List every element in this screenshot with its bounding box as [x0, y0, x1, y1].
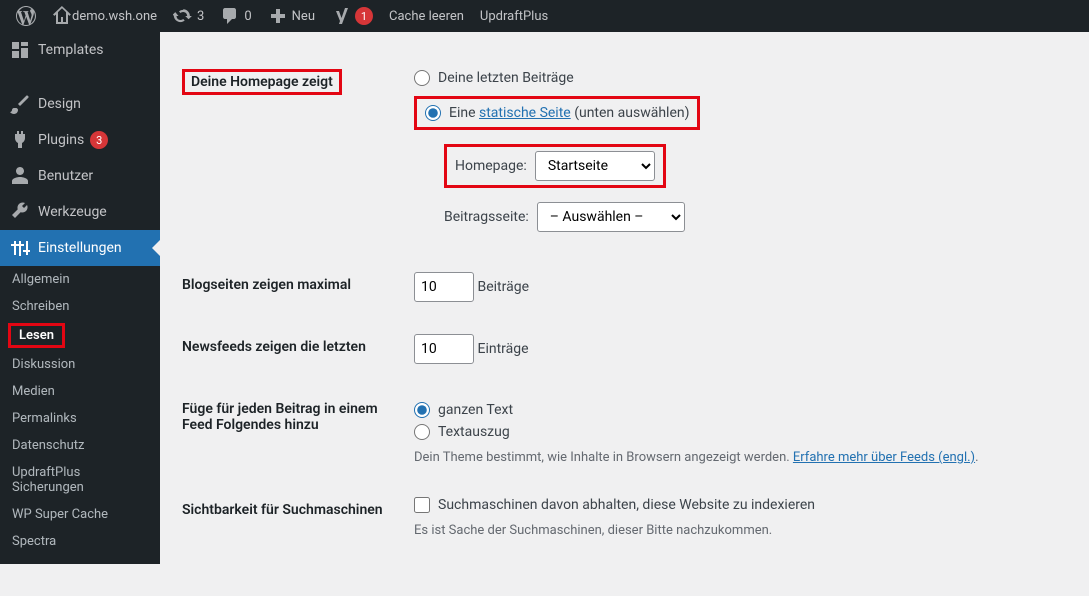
new-label: Neu: [292, 9, 315, 24]
radio-fulltext[interactable]: [414, 402, 430, 418]
menu-settings[interactable]: Einstellungen: [0, 230, 160, 266]
admin-toolbar: demo.wsh.one 3 0 Neu 1 Cache leeren Updr…: [0, 0, 1089, 32]
radio-excerpt-label: Textauszug: [438, 424, 510, 440]
postspage-select-label: Beitragsseite:: [444, 209, 529, 225]
submenu-wpsc[interactable]: WP Super Cache: [0, 501, 160, 528]
submenu-privacy[interactable]: Datenschutz: [0, 432, 160, 459]
menu-plugins[interactable]: Plugins3: [0, 122, 160, 158]
radio-excerpt[interactable]: [414, 424, 430, 440]
brush-icon: [10, 94, 30, 114]
blog-max-input[interactable]: [414, 272, 474, 302]
wrench-icon: [10, 202, 30, 222]
new-link[interactable]: Neu: [260, 0, 323, 32]
user-icon: [10, 166, 30, 186]
sliders-icon: [10, 238, 30, 258]
admin-sidebar: Templates Design Plugins3 Benutzer Werkz…: [0, 32, 160, 564]
site-name: demo.wsh.one: [72, 9, 157, 24]
radio-latest-posts[interactable]: [414, 70, 430, 86]
submenu-discussion[interactable]: Diskussion: [0, 351, 160, 378]
radio-static-label: Eine statische Seite (unten auswählen): [449, 105, 689, 121]
plus-icon: [268, 6, 288, 26]
layout-icon: [10, 40, 30, 60]
menu-templates[interactable]: Templates: [0, 32, 160, 68]
submenu-reading[interactable]: Lesen: [8, 323, 65, 348]
homepage-select-label: Homepage:: [455, 158, 527, 174]
checkbox-discourage-seo[interactable]: [414, 497, 430, 513]
static-page-link[interactable]: statische Seite: [479, 105, 571, 121]
radio-fulltext-label: ganzen Text: [438, 402, 513, 418]
updraft-link[interactable]: UpdraftPlus: [472, 0, 556, 32]
checkbox-discourage-label: Suchmaschinen davon abhalten, diese Webs…: [438, 497, 815, 513]
updates-link[interactable]: 3: [165, 0, 212, 32]
menu-users[interactable]: Benutzer: [0, 158, 160, 194]
yoast-link[interactable]: 1: [323, 0, 381, 32]
feeds-learn-more-link[interactable]: Erfahre mehr über Feeds (engl.): [793, 450, 975, 465]
submenu-permalinks[interactable]: Permalinks: [0, 405, 160, 432]
homepage-displays-label: Deine Homepage zeigt: [182, 69, 342, 95]
radio-latest-label: Deine letzten Beiträge: [438, 70, 574, 86]
yoast-badge: 1: [355, 7, 373, 25]
homepage-select[interactable]: Startseite: [535, 151, 655, 181]
feedtype-label: Füge für jeden Beitrag in einem Feed Fol…: [182, 381, 402, 480]
site-link[interactable]: demo.wsh.one: [44, 0, 165, 32]
seo-visibility-label: Sichtbarkeit für Suchmaschinen: [182, 482, 402, 553]
radio-static-page[interactable]: [425, 105, 441, 121]
feed-unit: Einträge: [477, 341, 528, 357]
settings-reading-form: Deine Homepage zeigt Deine letzten Beitr…: [160, 32, 1089, 570]
feed-count-label: Newsfeeds zeigen die letzten: [182, 319, 402, 379]
plugin-count-badge: 3: [90, 131, 108, 149]
menu-tools[interactable]: Werkzeuge: [0, 194, 160, 230]
plug-icon: [10, 130, 30, 150]
blog-max-label: Blogseiten zeigen maximal: [182, 257, 402, 317]
comments-link[interactable]: 0: [212, 0, 259, 32]
blog-unit: Beiträge: [477, 279, 529, 295]
cache-link[interactable]: Cache leeren: [381, 0, 472, 32]
menu-design[interactable]: Design: [0, 86, 160, 122]
submenu-updraft[interactable]: UpdraftPlus Sicherungen: [0, 459, 160, 501]
comment-icon: [220, 6, 240, 26]
postspage-select[interactable]: – Auswählen –: [537, 202, 685, 232]
seo-description: Es ist Sache der Suchmaschinen, dieser B…: [414, 523, 1057, 538]
wp-logo-icon[interactable]: [8, 0, 44, 32]
submenu-media[interactable]: Medien: [0, 378, 160, 405]
feed-count-input[interactable]: [414, 334, 474, 364]
comments-count: 0: [244, 9, 251, 24]
updates-count: 3: [197, 9, 204, 24]
home-icon: [52, 6, 72, 26]
yoast-icon: [331, 6, 351, 26]
submenu-spectra[interactable]: Spectra: [0, 528, 160, 555]
feedtype-description: Dein Theme bestimmt, wie Inhalte in Brow…: [414, 450, 1057, 465]
submenu-writing[interactable]: Schreiben: [0, 293, 160, 320]
update-icon: [173, 6, 193, 26]
submenu-general[interactable]: Allgemein: [0, 266, 160, 293]
